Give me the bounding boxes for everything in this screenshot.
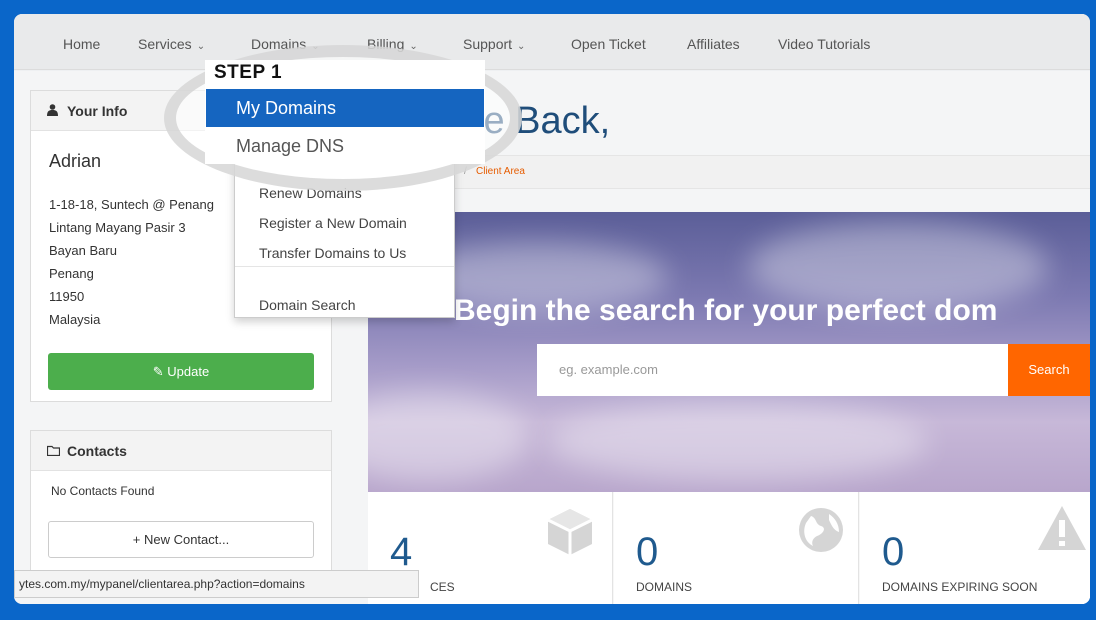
domain-search-input[interactable]: eg. example.com bbox=[537, 344, 1008, 396]
address-line: Bayan Baru bbox=[49, 243, 117, 258]
update-label: Update bbox=[167, 364, 210, 379]
nav-label: Services bbox=[138, 36, 192, 52]
nav-home[interactable]: Home bbox=[63, 36, 100, 52]
address-line: Penang bbox=[49, 266, 94, 281]
top-nav: Home Services⌄ Domains⌄ Billing⌄ Support… bbox=[14, 14, 1090, 70]
pencil-icon: ✎ bbox=[152, 364, 164, 379]
chevron-down-icon: ⌄ bbox=[196, 41, 206, 52]
menu-item-domain-search[interactable]: Domain Search bbox=[259, 297, 356, 313]
nav-label: Video Tutorials bbox=[778, 36, 871, 52]
client-name: Adrian bbox=[49, 151, 102, 171]
panel-header: Contacts bbox=[31, 431, 331, 471]
globe-icon bbox=[797, 506, 845, 559]
nav-video-tutorials[interactable]: Video Tutorials bbox=[778, 36, 870, 52]
stat-value: 0 bbox=[636, 530, 659, 574]
warning-icon bbox=[1036, 504, 1088, 559]
cloud-decoration bbox=[548, 402, 928, 482]
contacts-panel: Contacts No Contacts Found + New Contact… bbox=[30, 430, 332, 572]
nav-services[interactable]: Services ⌄ bbox=[138, 36, 205, 52]
nav-label: Home bbox=[63, 36, 101, 52]
nav-label: Open Ticket bbox=[571, 36, 646, 52]
panel-title: Contacts bbox=[46, 443, 127, 459]
search-placeholder: eg. example.com bbox=[559, 362, 658, 377]
nav-open-ticket[interactable]: Open Ticket bbox=[571, 36, 646, 52]
box-icon bbox=[544, 506, 596, 563]
stat-label: DOMAINS EXPIRING SOON bbox=[882, 580, 1038, 594]
update-button[interactable]: ✎ Update bbox=[48, 353, 314, 390]
nav-label: Affiliates bbox=[687, 36, 740, 52]
menu-divider bbox=[235, 266, 454, 267]
user-icon bbox=[47, 103, 61, 119]
address-line: 11950 bbox=[49, 289, 85, 304]
breadcrumb-client-area[interactable]: Client Area bbox=[476, 166, 525, 177]
stat-domains[interactable]: 0 DOMAINS bbox=[614, 492, 859, 604]
menu-item-transfer-domains[interactable]: Transfer Domains to Us bbox=[259, 245, 406, 261]
folder-icon bbox=[46, 443, 61, 459]
cloud-decoration bbox=[368, 392, 528, 482]
nav-affiliates[interactable]: Affiliates bbox=[687, 36, 740, 52]
panel-title: Your Info bbox=[47, 103, 127, 119]
chevron-down-icon: ⌄ bbox=[517, 41, 526, 52]
stat-domains-expiring[interactable]: 0 DOMAINS EXPIRING SOON bbox=[860, 492, 1090, 604]
search-button[interactable]: Search bbox=[1008, 344, 1090, 396]
nav-label: Support bbox=[463, 36, 513, 52]
stat-value: 0 bbox=[882, 530, 905, 574]
browser-frame: Home Services⌄ Domains⌄ Billing⌄ Support… bbox=[14, 14, 1090, 604]
step-label: STEP 1 bbox=[214, 62, 283, 83]
stats-row: 4 CES 0 DOMAINS 0 DOMAINS EXPIRING SOON bbox=[368, 492, 1090, 604]
contacts-title: Contacts bbox=[67, 443, 127, 459]
contacts-empty-text: No Contacts Found bbox=[51, 484, 155, 498]
menu-item-my-domains[interactable]: My Domains bbox=[206, 89, 484, 127]
nav-support[interactable]: Support ⌄ bbox=[463, 36, 525, 52]
address-line: Malaysia bbox=[49, 312, 101, 327]
status-bar-url: ytes.com.my/mypanel/clientarea.php?actio… bbox=[14, 570, 419, 598]
your-info-title: Your Info bbox=[67, 103, 128, 119]
stat-value: 4 bbox=[390, 530, 413, 574]
stat-label: CES bbox=[430, 580, 455, 594]
menu-item-manage-dns[interactable]: Manage DNS bbox=[236, 136, 344, 157]
hero-title: Begin the search for your perfect dom bbox=[454, 294, 998, 327]
address-line: 1-18-18, Suntech @ Penang bbox=[49, 197, 214, 212]
new-contact-button[interactable]: + New Contact... bbox=[48, 521, 314, 558]
menu-item-register-domain[interactable]: Register a New Domain bbox=[259, 215, 407, 231]
address-line: Lintang Mayang Pasir 3 bbox=[49, 220, 186, 235]
domain-search-hero: Begin the search for your perfect dom eg… bbox=[368, 212, 1090, 492]
stat-label: DOMAINS bbox=[636, 580, 693, 594]
